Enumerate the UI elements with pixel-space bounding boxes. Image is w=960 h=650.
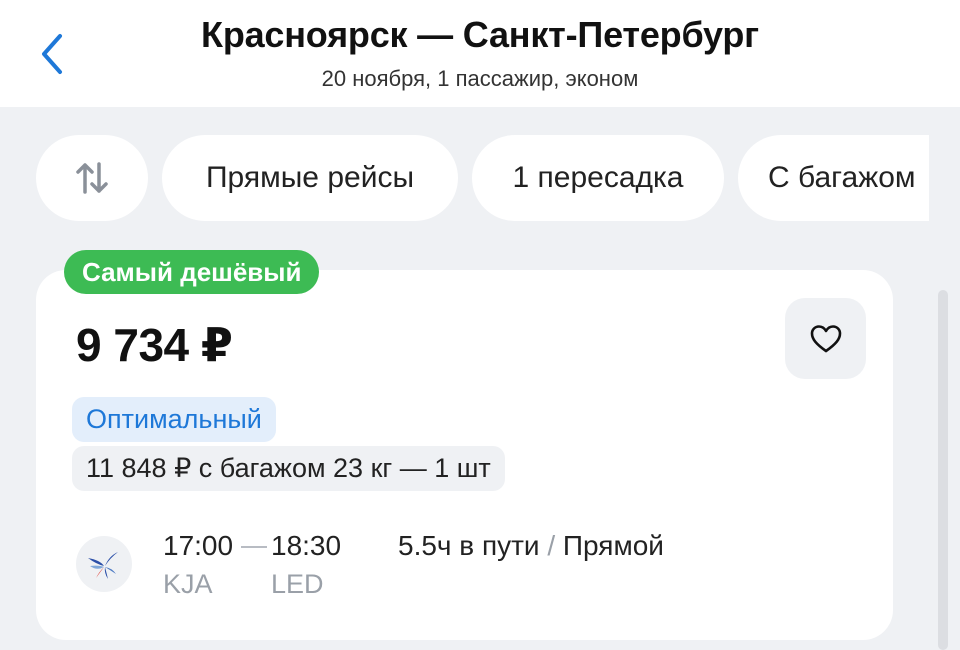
route-type: Прямой (562, 530, 664, 561)
filter-chip-baggage[interactable]: С багажом (738, 135, 929, 221)
favorite-button[interactable] (785, 298, 866, 379)
sort-arrows-icon (76, 162, 108, 194)
filter-chip-one-stop[interactable]: 1 пересадка (472, 135, 724, 221)
scrollbar[interactable] (938, 290, 948, 650)
airline-logo (76, 536, 132, 592)
duration-separator: / (547, 530, 556, 561)
departure-airport-code: KJA (163, 569, 213, 599)
optimal-tag: Оптимальный (72, 397, 276, 442)
departure-time: 17:00 (163, 530, 234, 561)
flight-duration-info: 5.5ч в пути / Прямой (398, 530, 664, 562)
filter-chip-direct[interactable]: Прямые рейсы (162, 135, 458, 221)
filter-chips-bar: Прямые рейсы 1 пересадка С багажом (0, 135, 929, 221)
flight-duration: 5.5ч в пути (398, 530, 540, 561)
heart-icon (810, 324, 841, 352)
search-summary: 20 ноября, 1 пассажир, эконом (321, 66, 639, 91)
airline-logo-icon (88, 552, 118, 579)
sort-button[interactable] (36, 135, 148, 221)
arrival-airport-code: LED (271, 569, 324, 599)
arrival-time: 18:30 (271, 530, 342, 561)
page-title: Красноярск — Санкт-Петербург (201, 14, 759, 55)
time-separator (241, 546, 267, 548)
ticket-price: 9 734 ₽ (76, 319, 233, 371)
baggage-price-tag: 11 848 ₽ с багажом 23 кг — 1 шт (72, 446, 505, 491)
cheapest-badge: Самый дешёвый (64, 250, 320, 294)
top-bar: Красноярск — Санкт-Петербург 20 ноября, … (0, 0, 960, 107)
